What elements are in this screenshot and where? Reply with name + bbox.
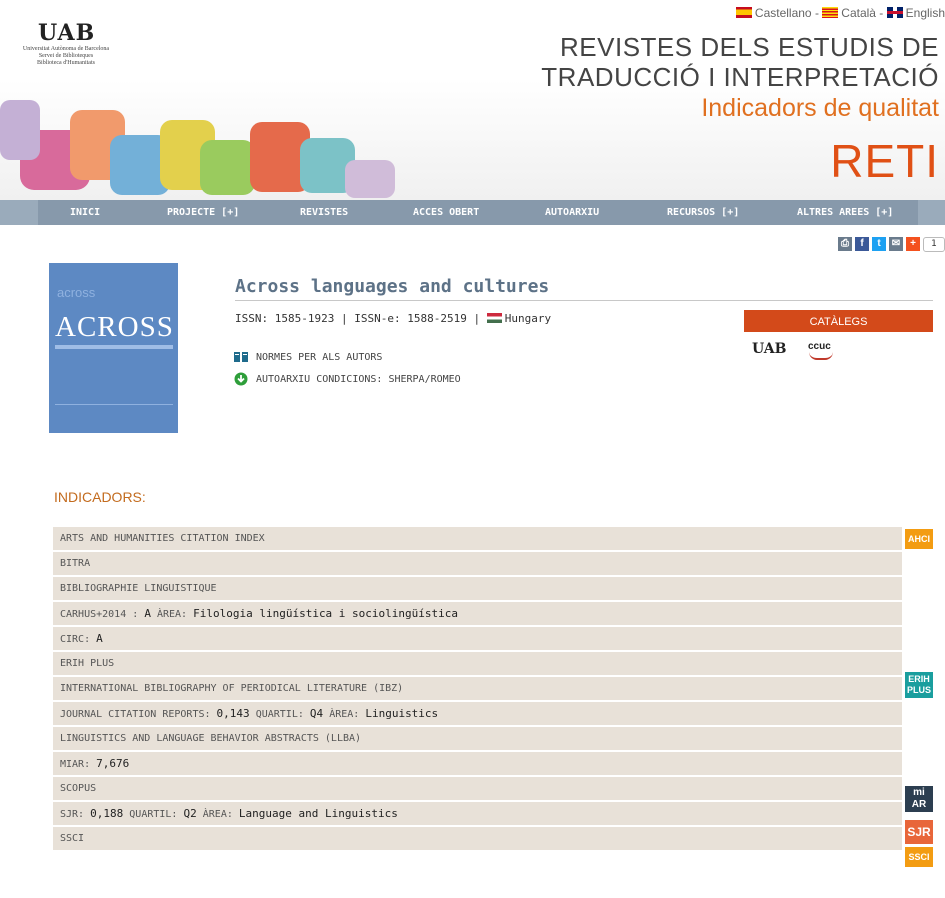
download-icon: [234, 372, 248, 386]
book-icon: [234, 352, 248, 362]
indicadors-heading: INDICADORS:: [54, 489, 146, 505]
indicator-row-ssci: SSCI: [53, 827, 902, 850]
catalonia-flag-icon: [822, 7, 839, 18]
twitter-icon[interactable]: t: [872, 237, 886, 251]
nav-inici[interactable]: INICI: [70, 200, 100, 225]
indicator-row-ahci: ARTS AND HUMANITIES CITATION INDEX: [53, 527, 902, 550]
indicator-row-bitra: BITRA: [53, 552, 902, 575]
hungary-flag-icon: [486, 313, 502, 323]
email-icon[interactable]: ✉: [889, 237, 903, 251]
site-header: Castellano - Català - English UAB Univer…: [0, 0, 945, 200]
lang-english[interactable]: English: [906, 6, 945, 20]
decorative-letters-image: [0, 100, 395, 198]
journal-cover[interactable]: across ACROSS: [49, 263, 178, 433]
addthis-icon[interactable]: +: [906, 237, 920, 251]
journal-issn: ISSN: 1585-1923 | ISSN-e: 1588-2519 | Hu…: [235, 312, 552, 325]
uab-logo-subtitle: Universitat Autònoma de Barcelona Servei…: [22, 46, 110, 66]
nav-revistes[interactable]: REVISTES: [300, 200, 348, 225]
lang-castellano[interactable]: Castellano: [755, 6, 812, 20]
indicator-row-bibliographie: BIBLIOGRAPHIE LINGUISTIQUE: [53, 577, 902, 600]
nav-projecte[interactable]: PROJECTE [+]: [167, 200, 239, 225]
link-normes-autors[interactable]: NORMES PER ALS AUTORS: [234, 352, 382, 363]
catalegs-header: CATÀLEGS: [744, 310, 933, 332]
nav-acces-obert[interactable]: ACCES OBERT: [413, 200, 479, 225]
nav-autoarxiu[interactable]: AUTOARXIU: [545, 200, 599, 225]
uab-logo[interactable]: UAB: [38, 20, 95, 46]
title-divider: [235, 300, 933, 301]
ccuc-catalog-logo[interactable]: ccuc: [808, 341, 833, 360]
journal-title: Across languages and cultures: [235, 276, 550, 297]
site-acronym: RETI: [830, 135, 939, 187]
link-autoarxiu-condicions[interactable]: AUTOARXIU CONDICIONS: SHERPA/ROMEO: [234, 372, 461, 386]
language-selector: Castellano - Català - English: [735, 6, 945, 20]
erih-plus-badge-icon[interactable]: ERIH PLUS: [905, 672, 933, 698]
facebook-icon[interactable]: f: [855, 237, 869, 251]
journal-country: Hungary: [504, 312, 552, 325]
indicator-row-circ: CIRC: A: [53, 627, 902, 650]
sjr-badge-icon[interactable]: SJR: [905, 820, 933, 844]
nav-altres-arees[interactable]: ALTRES AREES [+]: [797, 200, 893, 225]
site-title-line1: REVISTES DELS ESTUDIS DE: [560, 32, 939, 62]
share-count: 1: [923, 237, 945, 252]
ssci-badge-icon[interactable]: SSCI: [905, 847, 933, 867]
main-nav: INICI PROJECTE [+] REVISTES ACCES OBERT …: [0, 200, 945, 225]
site-title-line2: TRADUCCIÓ I INTERPRETACIÓ: [541, 62, 939, 92]
indicator-row-erih: ERIH PLUS: [53, 652, 902, 675]
indicator-row-carhus: CARHUS+2014 : A ÀREA: Filologia lingüíst…: [53, 602, 902, 625]
indicator-row-llba: LINGUISTICS AND LANGUAGE BEHAVIOR ABSTRA…: [53, 727, 902, 750]
miar-badge-icon[interactable]: mi AR: [905, 786, 933, 812]
share-toolbar: ⎙ f t ✉ +1: [835, 237, 945, 253]
indicator-row-scopus: SCOPUS: [53, 777, 902, 800]
nav-recursos[interactable]: RECURSOS [+]: [667, 200, 739, 225]
indicator-row-sjr: SJR: 0,188 QUARTIL: Q2 ÀREA: Language an…: [53, 802, 902, 825]
ahci-badge-icon[interactable]: AHCI: [905, 529, 933, 549]
site-subtitle: Indicadors de qualitat: [701, 94, 939, 122]
uab-catalog-logo[interactable]: UAB: [752, 341, 786, 357]
spain-flag-icon: [735, 7, 752, 18]
indicadors-list: ARTS AND HUMANITIES CITATION INDEX BITRA…: [53, 527, 902, 852]
indicator-row-ibz: INTERNATIONAL BIBLIOGRAPHY OF PERIODICAL…: [53, 677, 902, 700]
indicator-row-jcr: JOURNAL CITATION REPORTS: 0,143 QUARTIL:…: [53, 702, 902, 725]
indicator-row-miar: MIAR: 7,676: [53, 752, 902, 775]
lang-catala[interactable]: Català: [841, 6, 876, 20]
uk-flag-icon: [886, 7, 903, 18]
print-icon[interactable]: ⎙: [838, 237, 852, 251]
